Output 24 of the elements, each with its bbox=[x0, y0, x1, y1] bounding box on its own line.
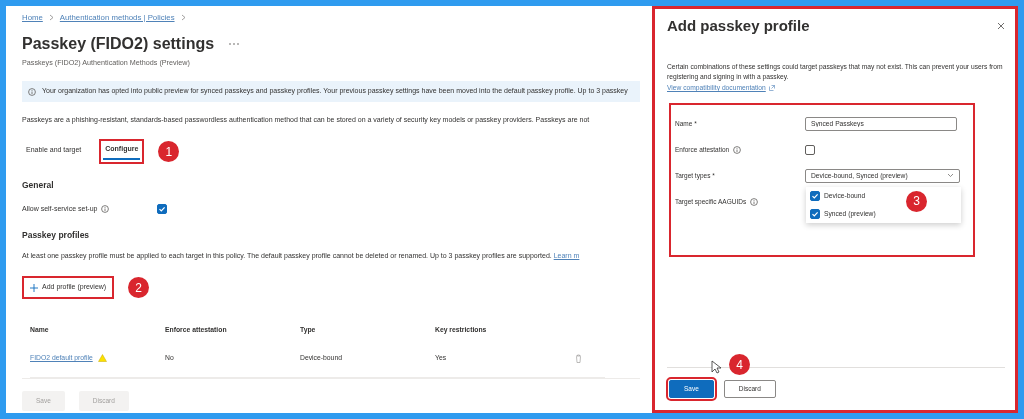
check-icon bbox=[811, 210, 819, 219]
checkbox[interactable] bbox=[805, 145, 815, 155]
cursor-icon bbox=[711, 360, 721, 375]
section-heading: General bbox=[22, 179, 55, 192]
info-icon bbox=[28, 87, 36, 96]
section-heading: Passkey profiles bbox=[22, 229, 91, 242]
checkbox[interactable] bbox=[810, 191, 820, 201]
step-badge: 1 bbox=[158, 141, 180, 163]
step-badge: 4 bbox=[729, 354, 750, 376]
page-title: Passkey (FIDO2) settings bbox=[22, 33, 215, 54]
trash-icon bbox=[575, 353, 582, 363]
check-icon bbox=[158, 205, 167, 213]
more-icon bbox=[228, 41, 241, 46]
close-icon[interactable] bbox=[997, 22, 1005, 31]
chevron-down-icon bbox=[947, 173, 954, 179]
checkbox[interactable] bbox=[810, 209, 820, 220]
check-icon bbox=[811, 192, 819, 200]
plus-icon bbox=[30, 283, 38, 292]
panel-title: Add passkey profile bbox=[667, 16, 810, 36]
chevron-icon bbox=[180, 14, 186, 22]
chevron-icon bbox=[48, 14, 54, 22]
external-link-icon bbox=[768, 84, 775, 91]
step-badge: 2 bbox=[128, 277, 150, 299]
checkbox[interactable] bbox=[157, 204, 168, 214]
